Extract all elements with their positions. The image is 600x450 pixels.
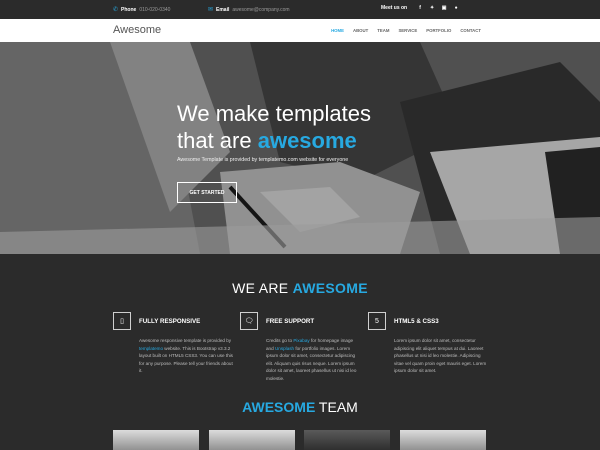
feature-title: FULLY RESPONSIVE <box>139 317 201 325</box>
feature-text-part: Credits go to <box>266 338 294 343</box>
hero-title-prefix: that are <box>177 128 258 153</box>
team-member-photo <box>400 430 486 450</box>
team-member-photo <box>113 430 199 450</box>
phone-icon: ✆ <box>113 7 119 13</box>
hero-title: We make templates that are awesome <box>177 100 371 154</box>
team-title-suffix: TEAM <box>315 399 358 415</box>
twitter-icon[interactable]: ✦ <box>429 5 435 11</box>
about-section: WE ARE AWESOME ▯ FULLY RESPONSIVE Awesom… <box>0 254 600 450</box>
phone-value: 010-020-0340 <box>139 6 171 13</box>
navbar: Awesome HOME ABOUT TEAM SERVICE PORTFOLI… <box>0 19 600 42</box>
html5-icon: 5 <box>368 312 386 330</box>
hero-title-highlight: awesome <box>257 128 357 153</box>
hero-section: We make templates that are awesome Aweso… <box>0 42 600 254</box>
team-title-highlight: AWESOME <box>242 399 316 415</box>
envelope-icon: ✉ <box>208 7 214 13</box>
nav-about[interactable]: ABOUT <box>353 28 368 33</box>
email-label: Email <box>216 6 230 13</box>
apple-icon[interactable]: ● <box>453 5 459 11</box>
email-info: ✉ Email awesome@company.com <box>208 6 290 14</box>
email-value[interactable]: awesome@company.com <box>232 7 289 13</box>
feature-responsive: ▯ FULLY RESPONSIVE Awesome responsive te… <box>113 310 233 375</box>
nav-service[interactable]: SERVICE <box>398 28 417 33</box>
brand-logo[interactable]: Awesome <box>113 24 161 36</box>
hero-title-line1: We make templates <box>177 101 372 126</box>
about-title: WE ARE AWESOME <box>0 280 600 296</box>
about-title-prefix: WE ARE <box>232 280 293 296</box>
templatemo-link[interactable]: templatemo <box>139 346 163 351</box>
unsplash-link[interactable]: Unsplash <box>275 346 294 351</box>
about-title-highlight: AWESOME <box>292 280 368 296</box>
social-links: Meet us on f ✦ ▣ ● <box>381 5 459 11</box>
nav-portfolio[interactable]: PORTFOLIO <box>426 28 451 33</box>
team-member-photo <box>304 430 390 450</box>
meet-us-label: Meet us on <box>381 5 408 11</box>
feature-title: HTML5 & CSS3 <box>394 317 439 325</box>
hero-title-line2: that are awesome <box>177 127 371 154</box>
get-started-button[interactable]: GET STARTED <box>177 182 237 203</box>
chat-bubble-icon: 🗨 <box>240 312 258 330</box>
main-nav: HOME ABOUT TEAM SERVICE PORTFOLIO CONTAC… <box>331 28 481 33</box>
top-bar: ✆ Phone 010-020-0340 ✉ Email awesome@com… <box>0 0 600 19</box>
nav-contact[interactable]: CONTACT <box>460 28 481 33</box>
feature-html5: 5 HTML5 & CSS3 Lorem ipsum dolor sit ame… <box>368 310 488 375</box>
feature-title: FREE SUPPORT <box>266 317 315 325</box>
team-member-photo <box>209 430 295 450</box>
feature-support: 🗨 FREE SUPPORT Credits go to Pixabay for… <box>240 310 360 383</box>
feature-text: Credits go to Pixabay for homepage image… <box>266 337 360 383</box>
nav-team[interactable]: TEAM <box>377 28 389 33</box>
pixabay-link[interactable]: Pixabay <box>293 338 309 343</box>
phone-info: ✆ Phone 010-020-0340 <box>113 6 171 14</box>
hero-subtitle: Awesome Template is provided by template… <box>177 157 349 163</box>
instagram-icon[interactable]: ▣ <box>441 5 447 11</box>
mobile-icon: ▯ <box>113 312 131 330</box>
feature-text-part: Awesome responsive template is provided … <box>139 338 232 343</box>
feature-text: Lorem ipsum dolor sit amet, consectetur … <box>394 338 487 374</box>
nav-home[interactable]: HOME <box>331 28 344 33</box>
team-title: AWESOME TEAM <box>0 399 600 415</box>
phone-label: Phone <box>121 6 137 13</box>
feature-text: Awesome responsive template is provided … <box>139 337 233 375</box>
facebook-icon[interactable]: f <box>417 5 423 11</box>
